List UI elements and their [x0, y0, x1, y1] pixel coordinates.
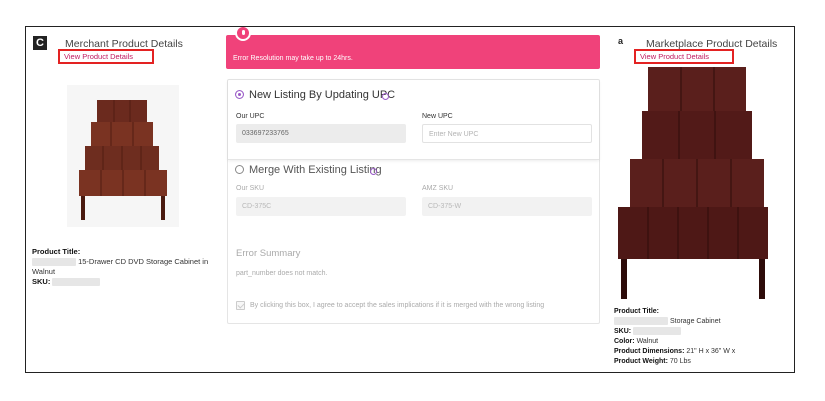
- merchant-product-image: [67, 85, 179, 227]
- merchant-info: Product Title: 15-Drawer CD DVD Storage …: [32, 247, 220, 287]
- merge-listing-title: Merge With Existing Listing: [249, 164, 382, 176]
- redacted-text: [633, 327, 682, 336]
- merge-listing-radio[interactable]: [235, 165, 244, 174]
- banner-text: Error Resolution may take up to 24hrs.: [233, 55, 353, 62]
- marketplace-product-title-label: Product Title:: [614, 308, 659, 315]
- redacted-text: [32, 258, 76, 267]
- marketplace-dimensions-value: 21" H x 36" W x: [686, 348, 736, 355]
- new-upc-label: New UPC: [422, 113, 453, 120]
- marketplace-info: Product Title: Storage Cabinet SKU: Colo…: [614, 307, 789, 367]
- merchant-column: C Merchant Product Details View Product …: [26, 27, 226, 372]
- merchant-logo: C: [33, 36, 47, 50]
- marketplace-weight-value: 70 Lbs: [669, 358, 691, 365]
- merchant-product-title-label: Product Title:: [32, 247, 81, 256]
- error-summary-title: Error Summary: [236, 248, 301, 259]
- marketplace-sku-label: SKU:: [614, 328, 632, 335]
- new-upc-input[interactable]: Enter New UPC: [422, 124, 592, 143]
- marketplace-dimensions-label: Product Dimensions:: [614, 348, 685, 355]
- update-upc-radio[interactable]: [235, 90, 244, 99]
- our-sku-field: CD-375C: [236, 197, 406, 216]
- marketplace-logo: a: [618, 36, 624, 46]
- update-upc-title: New Listing By Updating UPC: [249, 89, 396, 101]
- marketplace-weight-label: Product Weight:: [614, 358, 668, 365]
- help-icon[interactable]: [370, 168, 377, 175]
- marketplace-color-value: Walnut: [636, 338, 659, 345]
- help-icon[interactable]: [382, 93, 389, 100]
- resolution-options: New Listing By Updating UPC Our UPC 0336…: [227, 79, 600, 324]
- marketplace-color-label: Color:: [614, 338, 635, 345]
- our-upc-label: Our UPC: [236, 113, 265, 120]
- our-sku-label: Our SKU: [236, 185, 265, 192]
- our-upc-field: 033697233765: [236, 124, 406, 143]
- bell-icon: [235, 27, 251, 41]
- merchant-view-details-link[interactable]: View Product Details: [58, 49, 154, 64]
- agree-text: By clicking this box, I agree to accept …: [250, 302, 545, 309]
- error-summary-message: part_number does not match.: [236, 270, 328, 277]
- marketplace-product-title-value: Storage Cabinet: [669, 318, 721, 325]
- product-resolution-panel: C Merchant Product Details View Product …: [25, 26, 795, 373]
- agree-checkbox[interactable]: [236, 301, 245, 310]
- redacted-text: [52, 278, 101, 287]
- amz-sku-label: AMZ SKU: [422, 185, 454, 192]
- amz-sku-field: CD-375-W: [422, 197, 592, 216]
- marketplace-view-details-link[interactable]: View Product Details: [634, 49, 734, 64]
- option-update-upc: New Listing By Updating UPC Our UPC 0336…: [228, 80, 599, 160]
- redacted-text: [614, 317, 668, 326]
- error-banner: Error Resolution may take up to 24hrs.: [226, 27, 600, 69]
- marketplace-product-image: [618, 67, 768, 299]
- merchant-sku-label: SKU:: [32, 277, 51, 286]
